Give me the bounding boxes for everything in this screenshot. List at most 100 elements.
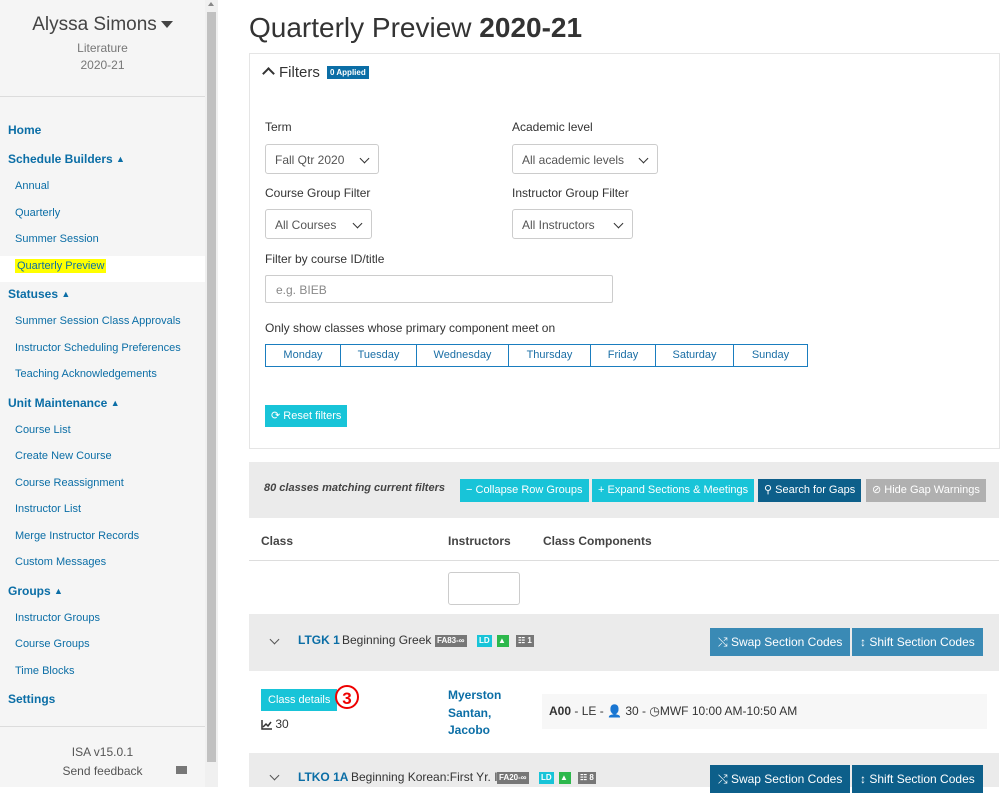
course-id-label: Filter by course ID/title <box>265 252 385 266</box>
nav-course-reassignment[interactable]: Course Reassignment <box>0 473 205 500</box>
chevron-up-icon <box>262 67 275 80</box>
caret-down-icon <box>160 21 173 29</box>
nav-statuses[interactable]: Statuses ▲ <box>0 282 205 311</box>
nav-teaching-acknowledgements[interactable]: Teaching Acknowledgements <box>0 364 205 391</box>
instructor-names[interactable]: Myerston Santan, Jacobo <box>448 687 518 740</box>
day-tuesday-button[interactable]: Tuesday <box>340 344 417 367</box>
academic-level-label: Academic level <box>512 120 593 134</box>
send-feedback-link[interactable]: Send feedback <box>0 764 205 778</box>
filters-toggle[interactable]: Filters 0 Applied <box>262 64 369 81</box>
nav-course-list[interactable]: Course List <box>0 420 205 447</box>
day-filter-group: Monday Tuesday Wednesday Thursday Friday… <box>265 344 808 367</box>
nav-quarterly-preview[interactable]: Quarterly Preview <box>0 255 205 282</box>
user-year: 2020-21 <box>80 58 125 72</box>
instructor-group-value: All Instructors <box>522 218 595 232</box>
academic-level-select[interactable]: All academic levels <box>512 144 658 174</box>
day-sunday-button[interactable]: Sunday <box>733 344 808 367</box>
nav-instructor-preferences[interactable]: Instructor Scheduling Preferences <box>0 338 205 365</box>
nav-schedule-builders[interactable]: Schedule Builders ▲ <box>0 147 205 176</box>
nav-custom-messages[interactable]: Custom Messages <box>0 552 205 579</box>
group-count-tag: ☷ 1 <box>516 635 534 647</box>
day-wednesday-button[interactable]: Wednesday <box>416 344 509 367</box>
seat-count: 30 - <box>625 704 647 718</box>
nav-instructor-groups[interactable]: Instructor Groups <box>0 608 205 635</box>
course-title: Beginning Greek <box>342 633 432 647</box>
nav-settings[interactable]: Settings <box>0 687 205 716</box>
shift-section-codes-button[interactable]: ↕ Shift Section Codes <box>852 765 983 793</box>
annotation-marker: 3 <box>335 685 359 709</box>
user-department: Literature <box>77 41 128 55</box>
swap-section-codes-button[interactable]: ⤭ Swap Section Codes <box>710 765 851 793</box>
envelope-icon <box>176 766 187 774</box>
nav-groups-label: Groups <box>8 583 51 598</box>
nav-quarterly[interactable]: Quarterly <box>0 203 205 230</box>
nav-create-course[interactable]: Create New Course <box>0 446 205 473</box>
nav-instructor-list[interactable]: Instructor List <box>0 499 205 526</box>
term-label: Term <box>265 120 292 134</box>
component-type: - LE - <box>574 704 604 718</box>
chevron-down-icon[interactable] <box>269 634 280 645</box>
hide-gap-label: Hide Gap Warnings <box>884 484 980 496</box>
thumbs-up-icon: ▲ <box>559 772 571 784</box>
nav-time-blocks[interactable]: Time Blocks <box>0 661 205 688</box>
collapse-row-groups-button[interactable]: − Collapse Row Groups <box>460 479 589 502</box>
expand-sections-button[interactable]: + Expand Sections & Meetings <box>592 479 755 502</box>
term-tag: FA20-∞ <box>497 772 529 784</box>
table-header: Class Instructors Class Components <box>249 518 999 561</box>
class-details-button[interactable]: Class details <box>261 689 338 711</box>
course-id-input[interactable]: e.g. BIEB <box>265 275 613 303</box>
instructor-group-select[interactable]: All Instructors <box>512 209 633 239</box>
reset-filters-button[interactable]: ⟳ Reset filters <box>265 405 348 427</box>
meeting-schedule: MWF 10:00 AM-10:50 AM <box>659 704 798 718</box>
scroll-up-arrow-icon[interactable] <box>208 2 214 6</box>
nav-merge-instructors[interactable]: Merge Instructor Records <box>0 526 205 553</box>
group-count: 8 <box>589 773 594 782</box>
class-component: A00 - LE - 👤 30 - ◷MWF 10:00 AM-10:50 AM <box>542 694 987 729</box>
shuffle-icon: ⤭ <box>718 635 728 649</box>
hide-gap-warnings-button[interactable]: ⊘ Hide Gap Warnings <box>866 479 986 502</box>
group-count-tag: ☷ 8 <box>578 772 596 784</box>
page-title: Quarterly Preview 2020-21 <box>249 12 582 44</box>
shift-section-codes-button[interactable]: ↕ Shift Section Codes <box>852 628 983 656</box>
minus-icon: − <box>466 484 473 496</box>
shift-label: Shift Section Codes <box>869 635 975 649</box>
nav-unit-maintenance[interactable]: Unit Maintenance ▲ <box>0 391 205 420</box>
swap-section-codes-button[interactable]: ⤭ Swap Section Codes <box>710 628 851 656</box>
day-thursday-button[interactable]: Thursday <box>508 344 591 367</box>
chevron-down-icon <box>352 218 363 229</box>
nav-home[interactable]: Home <box>0 118 205 147</box>
send-feedback-label: Send feedback <box>62 764 143 778</box>
page-title-text: Quarterly Preview <box>249 12 472 43</box>
day-friday-button[interactable]: Friday <box>590 344 656 367</box>
instructor-filter-input[interactable] <box>448 572 520 605</box>
nav-schedule-builders-label: Schedule Builders <box>8 152 113 166</box>
sidebar-footer: ISA v15.0.1 Send feedback <box>0 726 205 778</box>
course-code[interactable]: LTKO 1A <box>298 770 348 784</box>
swap-label: Swap Section Codes <box>730 635 843 649</box>
nav-annual[interactable]: Annual <box>0 176 205 203</box>
nav-statuses-label: Statuses <box>8 287 59 301</box>
nav-summer-session[interactable]: Summer Session <box>0 229 205 256</box>
day-saturday-button[interactable]: Saturday <box>655 344 734 367</box>
sidebar-scrollbar[interactable] <box>205 0 218 787</box>
chevron-down-icon <box>613 218 624 229</box>
enrollment-value: 30 <box>275 717 289 731</box>
term-select[interactable]: Fall Qtr 2020 <box>265 144 379 174</box>
chevron-up-icon: ▲ <box>116 154 125 164</box>
nav-groups[interactable]: Groups ▲ <box>0 579 205 608</box>
scrollbar-thumb[interactable] <box>207 12 216 762</box>
course-group-select[interactable]: All Courses <box>265 209 372 239</box>
search-gaps-button[interactable]: ⚲ Search for Gaps <box>758 479 862 502</box>
person-icon: 👤 <box>607 704 622 718</box>
chevron-down-icon[interactable] <box>269 770 280 781</box>
user-menu[interactable]: Alyssa Simons <box>0 14 205 36</box>
nav-course-groups[interactable]: Course Groups <box>0 634 205 661</box>
nav-summer-approvals[interactable]: Summer Session Class Approvals <box>0 311 205 338</box>
col-class: Class <box>261 534 294 548</box>
course-code[interactable]: LTGK 1 <box>298 633 340 647</box>
ld-tag: LD <box>539 772 554 784</box>
swap-label: Swap Section Codes <box>730 772 843 786</box>
results-toolbar: 80 classes matching current filters − Co… <box>249 462 999 518</box>
day-monday-button[interactable]: Monday <box>265 344 341 367</box>
line-chart-icon <box>261 719 272 730</box>
